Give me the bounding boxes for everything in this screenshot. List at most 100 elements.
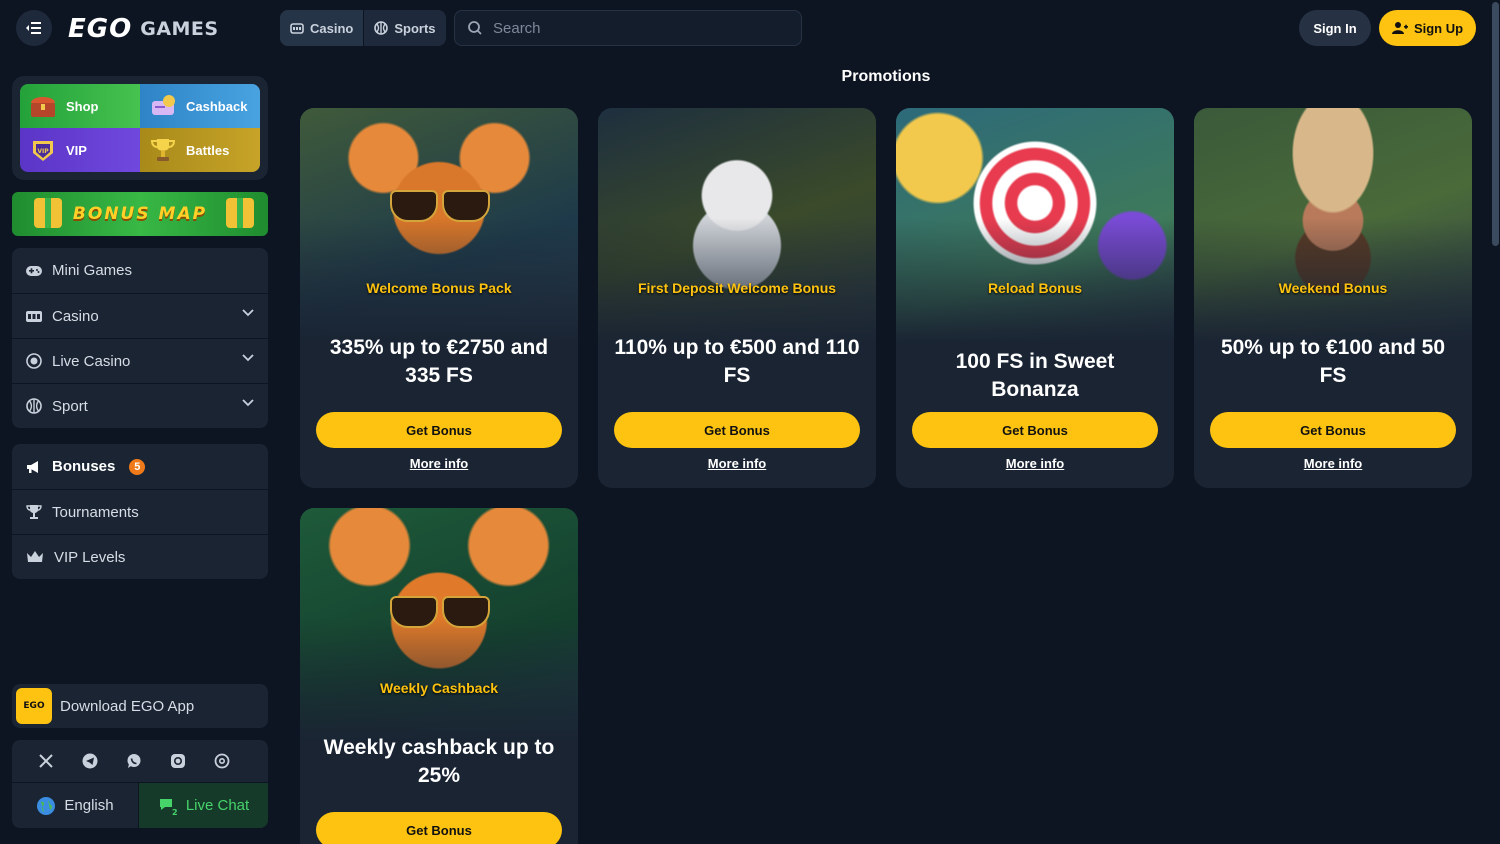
get-bonus-button[interactable]: Get Bonus: [614, 412, 860, 448]
sidebar-item-tournaments[interactable]: Tournaments: [12, 489, 268, 534]
quick-shop-label: Shop: [66, 98, 99, 114]
chat-support-icon: 24: [159, 798, 178, 816]
sidebar-item-mini-games[interactable]: Mini Games: [12, 248, 268, 293]
globe-icon: [37, 796, 56, 815]
search-box[interactable]: [454, 10, 802, 46]
sign-in-button[interactable]: Sign In: [1299, 10, 1371, 46]
promo-category: First Deposit Welcome Bonus: [637, 280, 837, 296]
get-bonus-button[interactable]: Get Bonus: [316, 412, 562, 448]
sidebar-item-label: VIP Levels: [54, 548, 126, 566]
sidebar-item-live-casino[interactable]: Live Casino: [12, 338, 268, 383]
quick-links: Shop Cashback VIP VIP Battles: [12, 76, 268, 180]
promo-category: Weekly Cashback: [379, 680, 499, 696]
tab-sports[interactable]: Sports: [363, 10, 445, 46]
live-chat-button[interactable]: 24 Live Chat: [139, 783, 268, 828]
quick-shop[interactable]: Shop: [20, 84, 140, 128]
quick-cashback-label: Cashback: [186, 98, 248, 114]
sidebar-item-label: Casino: [52, 307, 99, 325]
promo-title: 335% up to €2750 and 335 FS: [329, 336, 549, 387]
bonus-map-label: BONUS MAP: [72, 204, 208, 224]
promo-card: Weekly Cashback Weekly cashback up to 25…: [300, 508, 578, 844]
logo-primary: EGO: [68, 14, 133, 44]
promo-title: Weekly cashback up to 25%: [323, 736, 555, 787]
promo-category: Welcome Bonus Pack: [366, 280, 512, 296]
more-info-link[interactable]: More info: [1194, 456, 1472, 471]
sidebar-item-label: Bonuses: [52, 458, 116, 475]
tab-casino[interactable]: Casino: [280, 10, 364, 46]
footer-panel: English 24 Live Chat: [12, 740, 268, 828]
promo-image: [598, 108, 876, 358]
language-selector[interactable]: English: [12, 783, 139, 828]
promo-image: [896, 108, 1174, 358]
megaphone-icon: [27, 460, 38, 473]
sidebar-item-label: Sport: [52, 397, 88, 415]
promo-image: [300, 108, 578, 358]
sidebar-item-label: Tournaments: [52, 503, 139, 521]
quick-battles[interactable]: Battles: [140, 128, 260, 172]
live-chat-label: Live Chat: [185, 797, 250, 814]
x-icon[interactable]: [36, 751, 56, 771]
slot-icon: [26, 311, 42, 322]
svg-text:VIP: VIP: [37, 148, 49, 155]
bonus-map-banner[interactable]: BONUS MAP: [12, 192, 268, 236]
sidebar-item-bonuses[interactable]: Bonuses 5: [12, 444, 268, 489]
live-icon: [26, 353, 42, 369]
sidebar-item-casino[interactable]: Casino: [12, 293, 268, 338]
language-label: English: [64, 797, 114, 814]
quick-cashback[interactable]: Cashback: [140, 84, 260, 128]
promo-card: Welcome Bonus Pack 335% up to €2750 and …: [300, 108, 578, 488]
promos-menu: Bonuses 5 Tournaments VIP Levels: [12, 444, 268, 579]
instagram-icon[interactable]: [168, 751, 188, 771]
logo[interactable]: EGO GAMES: [68, 14, 219, 44]
footer-actions: English 24 Live Chat: [12, 783, 268, 828]
top-header: EGO GAMES Casino Sports Sign In Sign Up: [0, 0, 1500, 56]
menu-icon: [26, 22, 41, 34]
chevron-down-icon: [242, 399, 254, 407]
ball-icon: [26, 398, 42, 414]
promo-card: Weekend Bonus 50% up to €100 and 50 FS G…: [1194, 108, 1472, 488]
promo-image: [1194, 108, 1472, 358]
bonus-count-badge: 5: [129, 458, 146, 475]
search-input[interactable]: [493, 19, 793, 37]
promo-image: [300, 508, 578, 758]
app-icon: EGO: [16, 688, 52, 724]
quick-vip-label: VIP: [66, 142, 87, 158]
get-bonus-button[interactable]: Get Bonus: [316, 812, 562, 844]
download-app-button[interactable]: EGO Download EGO App: [12, 684, 268, 728]
telegram-icon[interactable]: [80, 751, 100, 771]
cashback-icon: [148, 91, 178, 121]
more-info-link[interactable]: More info: [300, 456, 578, 471]
promo-category: Reload Bonus: [987, 280, 1083, 296]
promo-title: 110% up to €500 and 110 FS: [614, 336, 860, 387]
sign-up-label: Sign Up: [1413, 20, 1464, 36]
more-info-link[interactable]: More info: [598, 456, 876, 471]
promo-category: Weekend Bonus: [1278, 280, 1388, 296]
cup-icon: [26, 505, 42, 519]
casino-icon: [290, 23, 304, 34]
sidebar-item-sport[interactable]: Sport: [12, 383, 268, 428]
scrollbar-thumb[interactable]: [1492, 2, 1499, 246]
tab-casino-label: Casino: [310, 20, 354, 36]
games-menu: Mini Games Casino Live Casino Sport: [12, 248, 268, 428]
quick-vip[interactable]: VIP VIP: [20, 128, 140, 172]
sunglasses-graphic: [390, 596, 490, 628]
threads-icon[interactable]: [212, 751, 232, 771]
sign-up-button[interactable]: Sign Up: [1379, 10, 1476, 46]
gift-icon: [34, 198, 62, 228]
scrollbar[interactable]: [1491, 0, 1500, 844]
download-label: Download EGO App: [60, 697, 195, 715]
whatsapp-icon[interactable]: [124, 751, 144, 771]
logo-secondary: GAMES: [140, 18, 219, 40]
sidebar-item-vip-levels[interactable]: VIP Levels: [12, 534, 268, 579]
chevron-down-icon: [242, 309, 254, 317]
promo-card: Reload Bonus 100 FS in Sweet Bonanza Get…: [896, 108, 1174, 488]
tab-sports-label: Sports: [394, 20, 436, 36]
more-info-link[interactable]: More info: [896, 456, 1174, 471]
svg-text:24: 24: [172, 808, 178, 816]
menu-toggle-button[interactable]: [16, 10, 52, 46]
gift-icon: [226, 198, 254, 228]
chest-icon: [28, 91, 58, 121]
get-bonus-button[interactable]: Get Bonus: [912, 412, 1158, 448]
sidebar-item-label: Mini Games: [52, 262, 133, 279]
get-bonus-button[interactable]: Get Bonus: [1210, 412, 1456, 448]
